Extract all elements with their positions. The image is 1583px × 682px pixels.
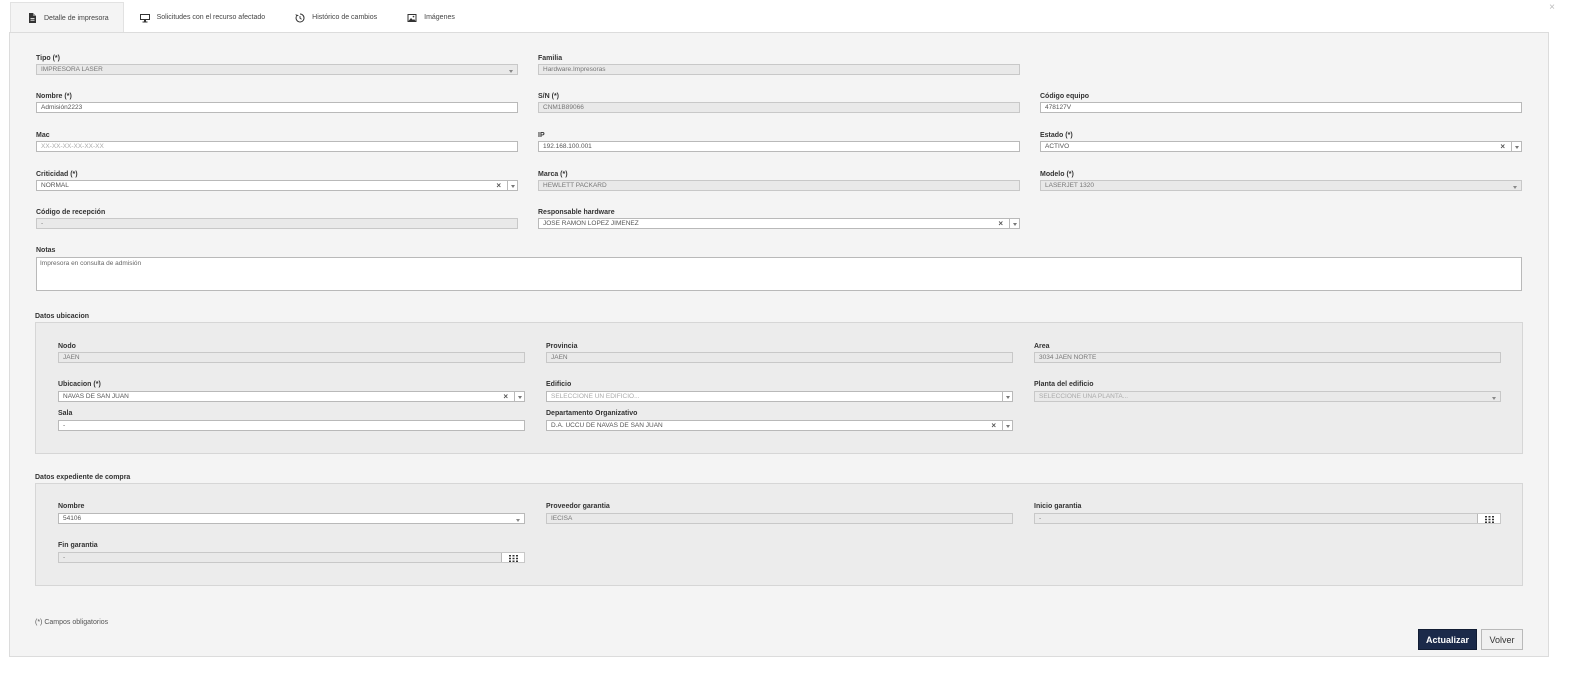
criticidad-select[interactable]: NORMAL ×	[36, 180, 518, 191]
document-icon	[27, 13, 37, 23]
history-icon	[295, 12, 305, 23]
area-field: 3034 JAEN NORTE	[1034, 352, 1501, 363]
marca-label: Marca (*)	[538, 171, 568, 178]
chevron-down-icon[interactable]	[1511, 142, 1521, 151]
compra-nombre-select[interactable]: 54106	[58, 513, 525, 524]
codigo-equipo-input[interactable]: 478127V	[1040, 102, 1522, 113]
departamento-select[interactable]: D.A. UCCU DE NAVAS DE SAN JUAN ×	[546, 420, 1013, 431]
familia-label: Familia	[538, 55, 563, 62]
tab-imagenes[interactable]: Imágenes	[391, 2, 469, 33]
calendar-icon[interactable]	[1477, 514, 1500, 523]
fin-garantia-label: Fin garantia	[58, 542, 98, 549]
tab-historico[interactable]: Histórico de cambios	[279, 2, 391, 33]
fin-garantia-input[interactable]: -	[58, 552, 525, 563]
nodo-label: Nodo	[58, 343, 76, 350]
modelo-label: Modelo (*)	[1040, 171, 1074, 178]
provincia-field: JAEN	[546, 352, 1013, 363]
responsable-select[interactable]: JOSE RAMON LOPEZ JIMENEZ ×	[538, 218, 1020, 229]
tipo-label: Tipo (*)	[36, 55, 60, 62]
provincia-label: Provincia	[546, 343, 578, 350]
compra-panel: Nombre 54106 Proveedor garantia IECISA I…	[35, 483, 1523, 586]
estado-select[interactable]: ACTIVO ×	[1040, 141, 1522, 152]
criticidad-label: Criticidad (*)	[36, 171, 78, 178]
tab-label: Histórico de cambios	[312, 14, 378, 21]
inicio-garantia-label: Inicio garantia	[1034, 503, 1082, 510]
codigo-equipo-label: Código equipo	[1040, 93, 1089, 100]
notas-label: Notas	[36, 247, 56, 254]
chevron-down-icon[interactable]	[507, 181, 517, 190]
ubicacion-value: NAVAS DE SAN JUAN	[63, 393, 129, 400]
departamento-clear-icon[interactable]: ×	[991, 421, 996, 430]
modelo-select[interactable]: LASERJET 1320	[1040, 180, 1522, 191]
nombre-label: Nombre (*)	[36, 93, 72, 100]
chevron-down-icon[interactable]	[514, 392, 524, 401]
planta-select[interactable]: SELECCIONE UNA PLANTA...	[1034, 391, 1501, 402]
tab-label: Solicitudes con el recurso afectado	[156, 14, 266, 21]
tab-label: Imágenes	[424, 14, 455, 21]
compra-section-title: Datos expediente de compra	[35, 474, 131, 481]
departamento-label: Departamento Organizativo	[546, 410, 638, 417]
ubicacion-clear-icon[interactable]: ×	[503, 392, 508, 401]
notas-textarea[interactable]: Impresora en consulta de admisión	[36, 257, 1522, 291]
codigo-recepcion-label: Código de recepción	[36, 209, 106, 216]
sn-label: S/N (*)	[538, 93, 559, 100]
mac-label: Mac	[36, 132, 50, 139]
close-icon[interactable]: ×	[1549, 2, 1555, 13]
compra-nombre-label: Nombre	[58, 503, 85, 510]
inicio-garantia-value: -	[1039, 515, 1042, 522]
ip-label: IP	[538, 132, 545, 139]
edificio-select[interactable]: SELECCIONE UN EDIFICIO...	[546, 391, 1013, 402]
ubicacion-select[interactable]: NAVAS DE SAN JUAN ×	[58, 391, 525, 402]
proveedor-field: IECISA	[546, 513, 1013, 524]
back-button[interactable]: Volver	[1481, 629, 1523, 650]
inicio-garantia-input[interactable]: -	[1034, 513, 1501, 524]
sala-label: Sala	[58, 410, 73, 417]
chevron-down-icon[interactable]	[1009, 219, 1019, 228]
ubicacion-panel: Nodo JAEN Provincia JAEN Area 3034 JAEN …	[35, 322, 1523, 454]
edificio-placeholder: SELECCIONE UN EDIFICIO...	[551, 393, 640, 400]
edificio-label: Edificio	[546, 381, 572, 388]
sala-input[interactable]: -	[58, 420, 525, 431]
calendar-icon[interactable]	[501, 553, 524, 562]
criticidad-value: NORMAL	[41, 182, 69, 189]
image-icon	[407, 13, 417, 23]
tab-bar: Detalle de impresora Solicitudes con el …	[10, 2, 469, 33]
tab-solicitudes[interactable]: Solicitudes con el recurso afectado	[124, 2, 280, 33]
estado-clear-icon[interactable]: ×	[1500, 142, 1505, 151]
responsable-value: JOSE RAMON LOPEZ JIMENEZ	[543, 220, 639, 227]
tab-label: Detalle de impresora	[44, 14, 109, 22]
estado-label: Estado (*)	[1040, 132, 1073, 139]
responsable-label: Responsable hardware	[538, 209, 615, 216]
sn-field: CNM1B89066	[538, 102, 1020, 113]
update-button[interactable]: Actualizar	[1418, 629, 1477, 650]
familia-field: Hardware.Impresoras	[538, 64, 1020, 75]
criticidad-clear-icon[interactable]: ×	[496, 181, 501, 190]
ubicacion-label: Ubicacion (*)	[58, 381, 101, 388]
area-label: Area	[1034, 343, 1050, 350]
estado-value: ACTIVO	[1045, 143, 1070, 150]
tab-detalle-impresora[interactable]: Detalle de impresora	[10, 2, 124, 33]
chevron-down-icon[interactable]	[1002, 392, 1012, 401]
tipo-select[interactable]: IMPRESORA LASER	[36, 64, 518, 75]
marca-field: HEWLETT PACKARD	[538, 180, 1020, 191]
codigo-recepcion-field: -	[36, 218, 518, 229]
monitor-icon	[139, 13, 150, 23]
proveedor-label: Proveedor garantia	[546, 503, 610, 510]
fin-garantia-value: -	[63, 554, 66, 561]
planta-label: Planta del edificio	[1034, 381, 1094, 388]
required-fields-note: (*) Campos obligatorios	[35, 619, 109, 626]
nodo-field: JAEN	[58, 352, 525, 363]
chevron-down-icon[interactable]	[1002, 421, 1012, 430]
ip-input[interactable]: 192.168.100.001	[538, 141, 1020, 152]
responsable-clear-icon[interactable]: ×	[998, 219, 1003, 228]
main-panel: Tipo (*) IMPRESORA LASER Familia Hardwar…	[9, 32, 1549, 657]
mac-input[interactable]: XX-XX-XX-XX-XX-XX	[36, 141, 518, 152]
ubicacion-section-title: Datos ubicacion	[35, 313, 90, 320]
departamento-value: D.A. UCCU DE NAVAS DE SAN JUAN	[551, 422, 663, 429]
nombre-input[interactable]: Admisión2223	[36, 102, 518, 113]
